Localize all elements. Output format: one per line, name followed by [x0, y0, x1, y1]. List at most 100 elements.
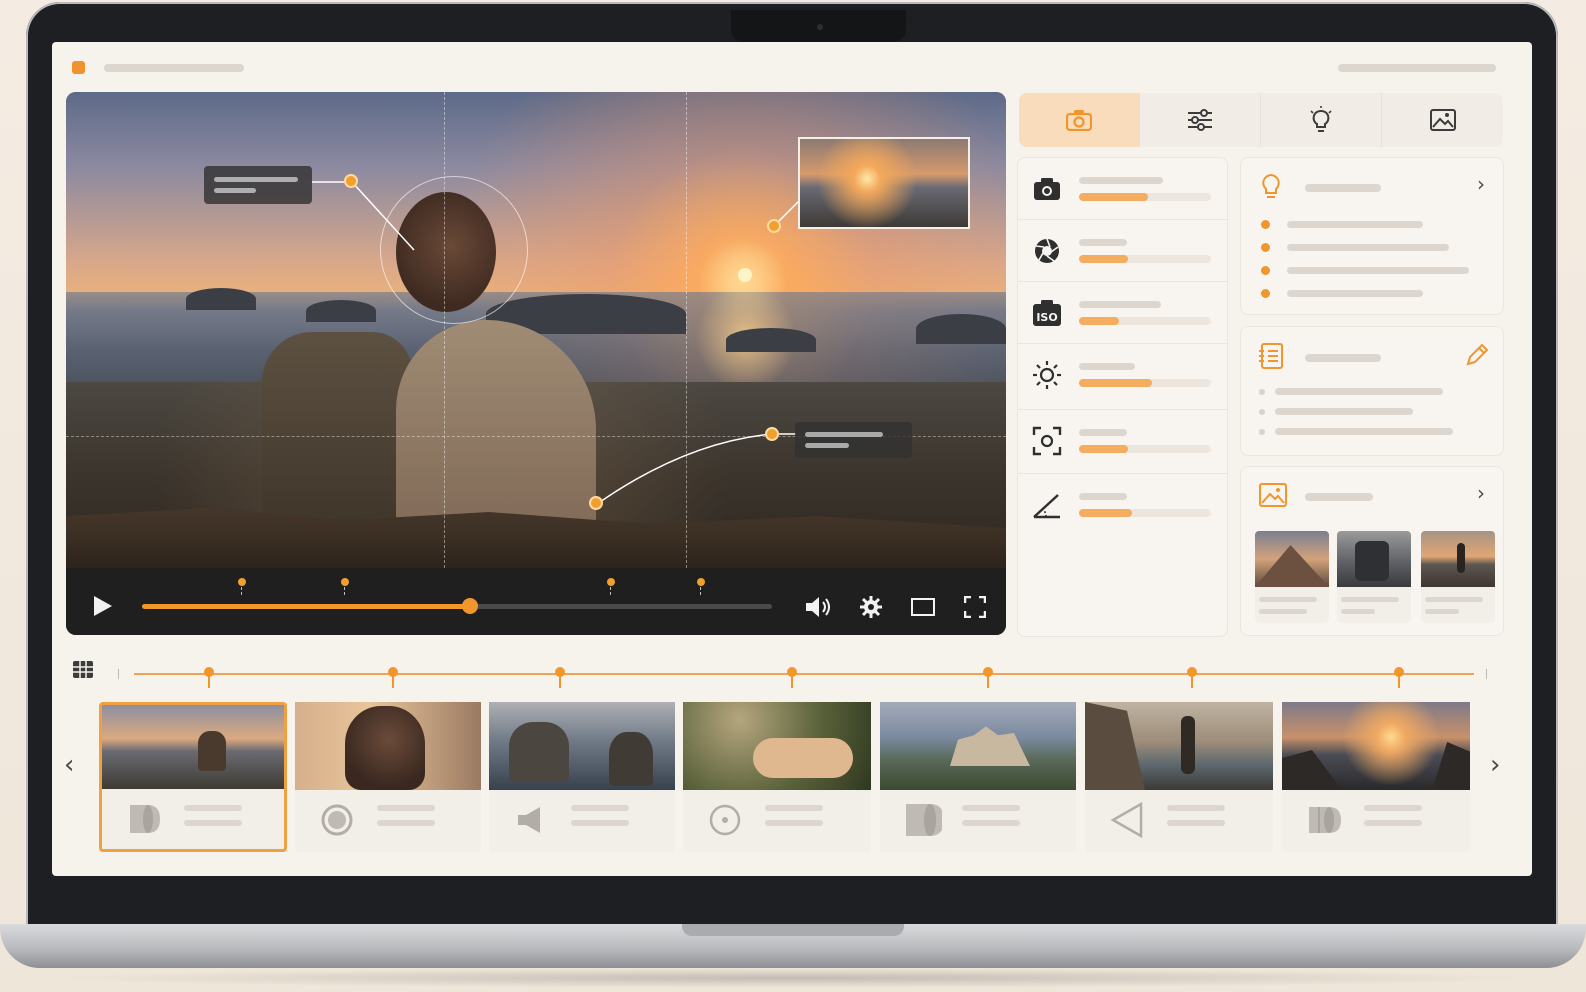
setting-slider[interactable] [1079, 509, 1211, 517]
tab-adjustments[interactable] [1140, 93, 1261, 147]
circle-icon [317, 802, 357, 838]
iso-text: ISO [1036, 311, 1057, 324]
setting-slider[interactable] [1079, 445, 1211, 453]
frame-thumbnail [683, 702, 871, 790]
timeline-keyframe[interactable] [787, 667, 797, 688]
storyboard-frame[interactable] [489, 702, 675, 852]
tab-camera[interactable] [1019, 93, 1140, 147]
timeline-keyframe[interactable] [388, 667, 398, 688]
timeline-marker[interactable] [341, 578, 349, 595]
camera-icon [1034, 178, 1060, 200]
bullet [1259, 429, 1265, 435]
setting-row-focus[interactable] [1018, 410, 1227, 474]
setting-slider[interactable] [1079, 317, 1211, 325]
references-card[interactable]: › [1240, 466, 1504, 636]
video-viewer[interactable] [66, 92, 1006, 635]
camera-notch [731, 10, 906, 42]
settings-icon[interactable] [860, 596, 882, 618]
timeline-keyframe[interactable] [983, 667, 993, 688]
frame-thumbnail [1282, 702, 1470, 790]
cylinder-icon [124, 801, 164, 837]
reference-thumbnail[interactable] [1337, 531, 1411, 623]
annotation-point[interactable] [344, 174, 358, 188]
annotation-point[interactable] [765, 427, 779, 441]
frame-thumbnail [295, 702, 481, 790]
card-title-placeholder [1305, 493, 1373, 501]
timeline-track[interactable] [134, 673, 1474, 675]
seek-progress [142, 604, 470, 609]
card-title-placeholder [1305, 184, 1381, 192]
sliders-icon [1188, 109, 1212, 131]
tips-card[interactable]: › [1240, 157, 1504, 315]
note-line [1275, 388, 1443, 395]
timeline-marker[interactable] [238, 578, 246, 595]
storyboard-frame[interactable] [295, 702, 481, 852]
timeline-prev-button[interactable]: ‹ [64, 750, 74, 780]
bullet [1261, 243, 1270, 252]
laptop-shadow [40, 968, 1546, 988]
setting-row-angle[interactable] [1018, 474, 1227, 536]
webcam [817, 24, 823, 30]
annotation-point[interactable] [767, 219, 781, 233]
tab-lighting[interactable] [1261, 93, 1382, 147]
app-screen: ISO › › ‹ › [52, 42, 1532, 876]
setting-slider[interactable] [1079, 379, 1211, 387]
timeline-keyframe[interactable] [1394, 667, 1404, 688]
setting-slider[interactable] [1079, 255, 1211, 263]
triangle-icon [1107, 802, 1147, 838]
setting-row-aperture[interactable] [1018, 220, 1227, 282]
player-controls [66, 568, 1006, 635]
edit-pencil-icon[interactable] [1465, 343, 1489, 367]
bullet [1261, 220, 1270, 229]
chevron-right-icon[interactable]: › [1477, 481, 1485, 505]
storyboard-frame[interactable] [683, 702, 871, 852]
annotation-point[interactable] [589, 496, 603, 510]
storyboard-frame[interactable] [1085, 702, 1273, 852]
play-icon[interactable] [94, 596, 112, 616]
storyboard-frame[interactable] [880, 702, 1076, 852]
storyboard-frame[interactable] [99, 702, 287, 852]
angle-icon [1033, 494, 1060, 519]
storyboard-frame[interactable] [1282, 702, 1470, 852]
timeline-keyframe[interactable] [555, 667, 565, 688]
reference-thumbnail[interactable] [1421, 531, 1495, 623]
header-right-placeholder [1338, 64, 1496, 72]
seek-track[interactable] [142, 598, 772, 614]
timeline-marker[interactable] [607, 578, 615, 595]
speaker-icon [511, 802, 551, 838]
lightbulb-icon [1310, 106, 1332, 132]
preview-photo [66, 92, 1006, 572]
aspect-ratio-icon[interactable] [911, 598, 935, 616]
setting-slider[interactable] [1079, 193, 1211, 201]
bullet [1259, 409, 1265, 415]
annotation-note[interactable] [795, 422, 912, 458]
frame-thumbnail [102, 705, 284, 789]
fullscreen-icon[interactable] [964, 596, 986, 618]
timeline-marker[interactable] [697, 578, 705, 595]
storyboard-icon[interactable] [72, 660, 94, 680]
setting-row-iso[interactable]: ISO [1018, 282, 1227, 344]
seek-knob[interactable] [461, 598, 478, 614]
target-icon [705, 802, 745, 838]
tab-gallery[interactable] [1382, 93, 1503, 147]
timeline-next-button[interactable]: › [1490, 750, 1500, 780]
setting-row-brightness[interactable] [1018, 344, 1227, 410]
reference-inset-thumbnail[interactable] [798, 137, 970, 229]
window-title-placeholder [104, 64, 244, 72]
camera-icon [1066, 110, 1092, 131]
window-indicator[interactable] [72, 61, 85, 74]
chevron-right-icon[interactable]: › [1477, 172, 1485, 196]
timeline-start-tick [118, 669, 119, 679]
timeline-keyframe[interactable] [1187, 667, 1197, 688]
setting-row-camera[interactable] [1018, 158, 1227, 220]
setting-label-placeholder [1079, 493, 1127, 500]
timeline-keyframe[interactable] [204, 667, 214, 688]
reference-thumbnail[interactable] [1255, 531, 1329, 623]
focus-icon [1032, 426, 1062, 456]
bullet [1261, 266, 1270, 275]
notes-card[interactable] [1240, 326, 1504, 456]
tip-line [1287, 221, 1423, 228]
setting-label-placeholder [1079, 301, 1161, 308]
annotation-note[interactable] [204, 166, 312, 204]
volume-icon[interactable] [806, 596, 834, 618]
